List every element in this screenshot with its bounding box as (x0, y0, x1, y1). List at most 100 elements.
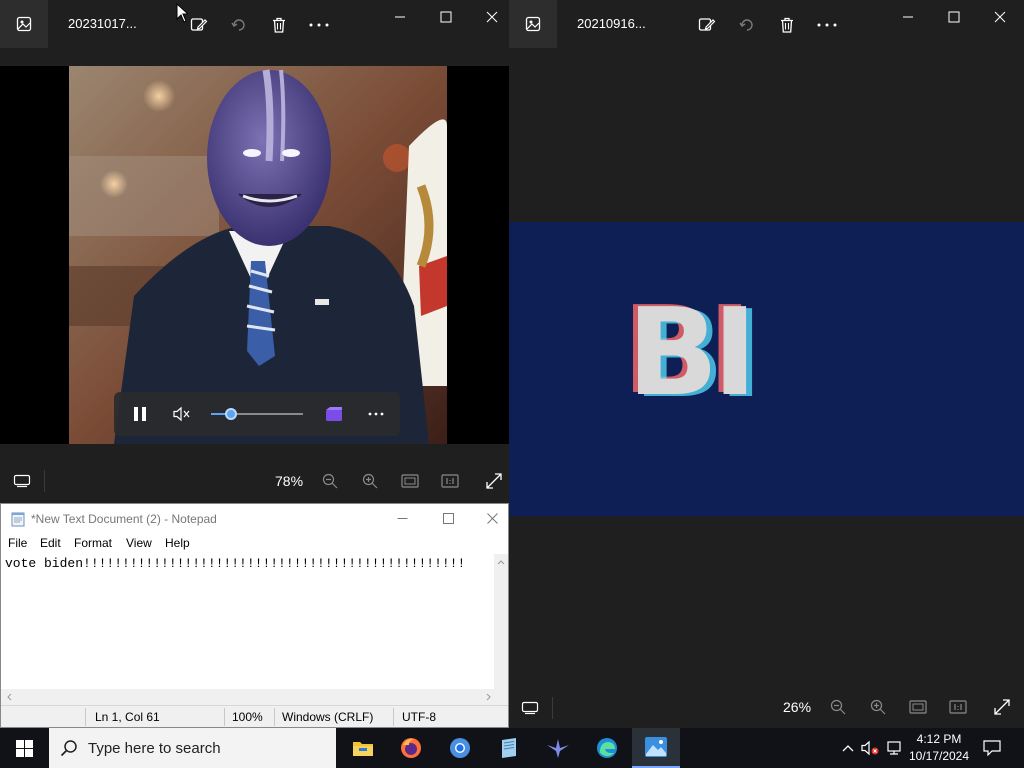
filmstrip-button[interactable] (10, 469, 34, 493)
divider (44, 470, 45, 492)
pause-button[interactable] (128, 402, 152, 426)
fit-to-window-button[interactable] (906, 695, 930, 719)
video-viewport[interactable] (0, 66, 509, 444)
rotate-icon (739, 19, 753, 31)
network-tray-button[interactable] (884, 728, 906, 768)
search-icon (60, 740, 77, 757)
action-center-button[interactable] (978, 728, 1006, 768)
zoom-out-button[interactable] (318, 469, 342, 493)
left-photos-titlebar: 20231017... (0, 0, 509, 48)
clipchamp-icon (326, 407, 342, 421)
right-photos-titlebar: 20210916... (509, 0, 1024, 48)
mouse-cursor-icon (176, 3, 188, 23)
actual-size-button[interactable] (946, 695, 970, 719)
close-icon (486, 11, 498, 23)
open-with-button[interactable] (322, 402, 346, 426)
clock-date: 10/17/2024 (908, 749, 970, 763)
left-photos-window: 20231017... 78% (0, 0, 509, 503)
trash-icon (781, 17, 793, 33)
more-icon (309, 23, 329, 27)
fit-to-window-button[interactable] (398, 469, 422, 493)
taskbar-firefox[interactable] (387, 728, 435, 768)
search-placeholder: Type here to search (88, 740, 221, 757)
menu-edit[interactable]: Edit (40, 536, 61, 550)
filmstrip-button[interactable] (518, 696, 542, 720)
displayed-image: BI BI BI (509, 222, 1024, 516)
edit-image-button[interactable] (186, 12, 212, 38)
trash-icon (273, 17, 285, 33)
left-photos-filename: 20231017... (68, 16, 137, 31)
full-screen-button[interactable] (990, 695, 1014, 719)
close-button[interactable] (469, 504, 515, 532)
chevron-up-icon (842, 745, 854, 752)
zoom-out-button[interactable] (826, 695, 850, 719)
image-text: BI BI BI (622, 282, 763, 425)
taskbar-edge[interactable] (583, 728, 631, 768)
photos-app-icon[interactable] (0, 0, 48, 48)
horizontal-scrollbar[interactable] (1, 689, 508, 705)
more-icon (817, 23, 837, 27)
taskbar-search-box[interactable]: Type here to search (49, 728, 336, 768)
show-hidden-icons-button[interactable] (838, 728, 858, 768)
notepad-icon (502, 738, 516, 758)
scroll-up-icon (497, 560, 505, 565)
more-options-button[interactable] (814, 12, 840, 38)
close-button[interactable] (977, 4, 1023, 30)
delete-button[interactable] (774, 12, 800, 38)
folder-icon (353, 742, 373, 756)
close-button[interactable] (469, 4, 509, 30)
fit-window-icon (401, 474, 419, 488)
menu-view[interactable]: View (126, 536, 152, 550)
mute-button[interactable] (170, 402, 194, 426)
right-photos-bottombar: 26% (509, 688, 1024, 728)
maximize-button[interactable] (931, 4, 977, 30)
zoom-level: 26% (783, 699, 812, 715)
notepad-app-icon (10, 511, 26, 527)
vertical-scrollbar[interactable] (494, 554, 508, 689)
minimize-icon (397, 517, 407, 519)
minimize-button[interactable] (379, 504, 425, 532)
volume-muted-icon (861, 740, 879, 756)
actual-size-icon (441, 474, 459, 488)
notepad-statusbar: Ln 1, Col 61 100% Windows (CRLF) UTF-8 (1, 705, 508, 727)
taskbar-chrome[interactable] (436, 728, 484, 768)
rotate-button[interactable] (226, 12, 252, 38)
line-ending: Windows (CRLF) (282, 710, 374, 724)
zoom-in-button[interactable] (358, 469, 382, 493)
scroll-right-icon (486, 693, 491, 701)
taskbar-file-explorer[interactable] (339, 728, 387, 768)
notepad-text-area[interactable]: vote biden!!!!!!!!!!!!!!!!!!!!!!!!!!!!!!… (1, 554, 494, 689)
photos-icon (645, 737, 667, 757)
delete-button[interactable] (266, 12, 292, 38)
minimize-button[interactable] (885, 4, 931, 30)
zoom-in-button[interactable] (866, 695, 890, 719)
zoom-in-icon (870, 699, 886, 715)
volume-thumb[interactable] (225, 408, 237, 420)
rotate-button[interactable] (734, 12, 760, 38)
rotate-icon (231, 19, 245, 31)
photos-app-icon[interactable] (509, 0, 557, 48)
cursor-position: Ln 1, Col 61 (95, 710, 160, 724)
menu-help[interactable]: Help (165, 536, 190, 550)
maximize-button[interactable] (425, 504, 471, 532)
start-button[interactable] (0, 728, 48, 768)
notepad-window: *New Text Document (2) - Notepad File Ed… (0, 503, 509, 728)
edit-image-button[interactable] (694, 12, 720, 38)
minimize-button[interactable] (377, 4, 423, 30)
taskbar-photos-video[interactable] (534, 728, 582, 768)
expand-icon (486, 473, 502, 489)
taskbar-clock[interactable]: 4:12 PM 10/17/2024 (906, 731, 972, 765)
maximize-button[interactable] (423, 4, 469, 30)
menu-format[interactable]: Format (74, 536, 112, 550)
taskbar-photos[interactable] (632, 728, 680, 768)
video-more-button[interactable] (364, 402, 388, 426)
volume-tray-button[interactable] (859, 728, 881, 768)
video-frame (69, 66, 447, 444)
menu-file[interactable]: File (8, 536, 27, 550)
maximize-icon (948, 11, 960, 23)
actual-size-button[interactable] (438, 469, 462, 493)
volume-slider[interactable] (211, 407, 303, 421)
full-screen-button[interactable] (482, 469, 506, 493)
more-options-button[interactable] (306, 12, 332, 38)
taskbar-notepad[interactable] (485, 728, 533, 768)
